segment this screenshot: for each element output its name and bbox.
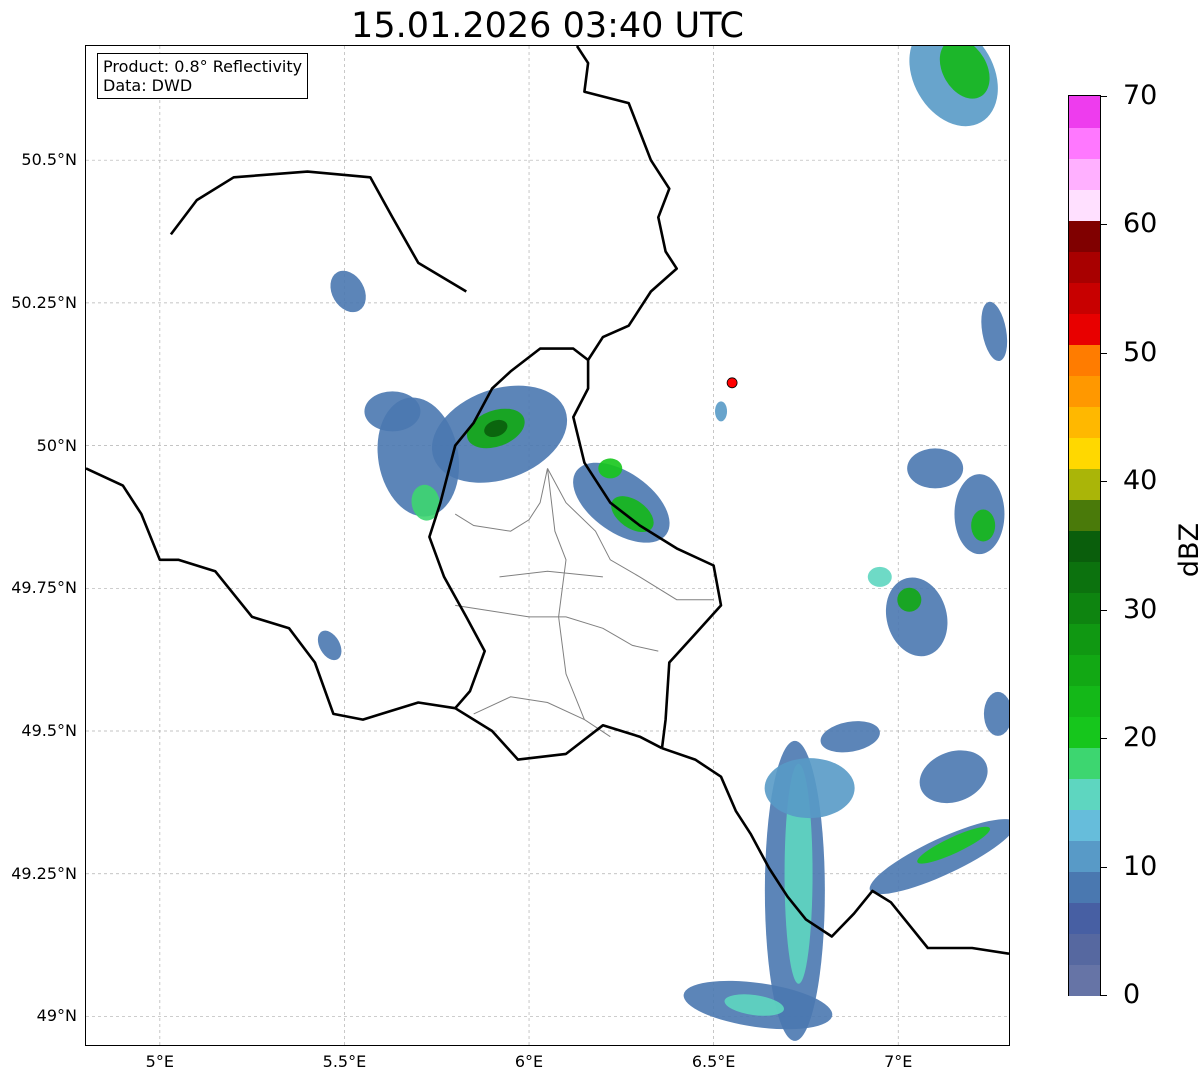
colorbar-segment — [1069, 499, 1100, 531]
country-border-line — [86, 467, 456, 721]
colorbar-segment — [1069, 282, 1100, 314]
colorbar-segment — [1069, 251, 1100, 283]
colorbar-tick-label: 40 — [1123, 465, 1158, 497]
colorbar-tick-label: 20 — [1123, 722, 1158, 754]
reflectivity-echo — [971, 509, 996, 542]
colorbar-segment — [1069, 902, 1100, 934]
colorbar-label: dBZ — [1174, 522, 1202, 578]
country-border-line — [454, 707, 663, 761]
colorbar-segment — [1069, 840, 1100, 872]
colorbar-segment — [1069, 344, 1100, 376]
colorbar-segment — [1069, 685, 1100, 717]
colorbar-segment — [1069, 747, 1100, 779]
colorbar-segment — [1069, 96, 1100, 128]
colorbar-tick-label: 30 — [1123, 593, 1158, 625]
colorbar-segment — [1069, 158, 1100, 190]
colorbar-tick-label: 10 — [1123, 850, 1158, 882]
country-border-line — [169, 170, 467, 293]
canton-border-line — [499, 570, 603, 578]
reflectivity-echo — [317, 630, 342, 661]
reflectivity-echo — [364, 391, 421, 432]
colorbar-segment — [1069, 127, 1100, 159]
colorbar-segment — [1069, 468, 1100, 500]
country-borders — [86, 46, 1009, 955]
reflectivity-echo — [907, 448, 964, 489]
colorbar-tick-mark — [1101, 866, 1107, 868]
colorbar-segment — [1069, 964, 1100, 996]
colorbar-segment — [1069, 530, 1100, 562]
lat-tick-label: 50°N — [36, 435, 77, 455]
colorbar-segment — [1069, 561, 1100, 593]
reflectivity-echo — [885, 577, 948, 657]
colorbar-tick-mark — [1101, 352, 1107, 354]
reflectivity-echo — [867, 566, 892, 587]
colorbar-segment — [1069, 437, 1100, 469]
reflectivity-echo — [820, 721, 880, 753]
colorbar-segment — [1069, 313, 1100, 345]
map-title: 15.01.2026 03:40 UTC — [351, 6, 744, 46]
product-info-box: Product: 0.8° Reflectivity Data: DWD — [97, 53, 309, 99]
colorbar-tick-label: 50 — [1123, 336, 1158, 368]
lon-tick-label: 5°E — [145, 1052, 174, 1071]
map-canvas — [86, 46, 1009, 1045]
reflectivity-echo — [764, 758, 855, 819]
canton-border-line — [455, 604, 659, 652]
colorbar-segment — [1069, 933, 1100, 965]
colorbar-segment — [1069, 716, 1100, 748]
lat-tick-label: 49°N — [36, 1006, 77, 1026]
colorbar-tick-mark — [1101, 995, 1107, 996]
product-label: Product: 0.8° Reflectivity — [103, 57, 303, 76]
radar-map[interactable] — [85, 45, 1010, 1046]
reflectivity-echo — [981, 301, 1008, 362]
lon-tick-label: 6°E — [514, 1052, 544, 1071]
lon-tick-label: 7°E — [884, 1052, 913, 1071]
radar-echoes — [317, 46, 1009, 1041]
colorbar-segment — [1069, 871, 1100, 903]
radar-site-marker[interactable] — [726, 377, 738, 389]
colorbar-segment — [1069, 623, 1100, 655]
lon-tick-label: 5.5°E — [322, 1052, 367, 1071]
colorbar-segment — [1069, 778, 1100, 810]
country-border-line — [571, 360, 723, 749]
lat-tick-label: 49.5°N — [21, 721, 77, 741]
lat-tick-label: 49.25°N — [11, 863, 77, 883]
lon-tick-label: 6.5°E — [691, 1052, 736, 1071]
reflectivity-echo — [598, 458, 623, 479]
colorbar-segment — [1069, 592, 1100, 624]
lat-tick-label: 49.75°N — [11, 578, 77, 598]
colorbar-tick-mark — [1101, 481, 1107, 483]
colorbar-tick-label: 60 — [1123, 208, 1158, 240]
lat-tick-label: 50.5°N — [21, 150, 77, 170]
colorbar-tick-mark — [1101, 96, 1107, 97]
colorbar-segment — [1069, 375, 1100, 407]
colorbar-tick-label: 70 — [1123, 80, 1158, 111]
reflectivity-echo — [715, 401, 728, 422]
colorbar-tick-mark — [1101, 224, 1107, 226]
colorbar-segment — [1069, 406, 1100, 438]
reflectivity-echo — [919, 750, 988, 804]
colorbar-segment — [1069, 654, 1100, 686]
colorbar-segment — [1069, 809, 1100, 841]
colorbar-tick-mark — [1101, 738, 1107, 740]
data-source-label: Data: DWD — [103, 76, 193, 95]
radar-site — [726, 377, 738, 389]
lat-tick-label: 50.25°N — [11, 292, 77, 312]
reflectivity-echo — [330, 270, 366, 313]
country-border-line — [575, 46, 679, 361]
reflectivity-echo — [983, 691, 1009, 736]
colorbar-tick-label: 0 — [1123, 979, 1141, 1010]
colorbar-tick-mark — [1101, 609, 1107, 611]
colorbar-segment — [1069, 220, 1100, 252]
reflectivity-echo — [897, 587, 922, 612]
colorbar-segment — [1069, 189, 1100, 221]
dbz-colorbar — [1068, 95, 1101, 996]
